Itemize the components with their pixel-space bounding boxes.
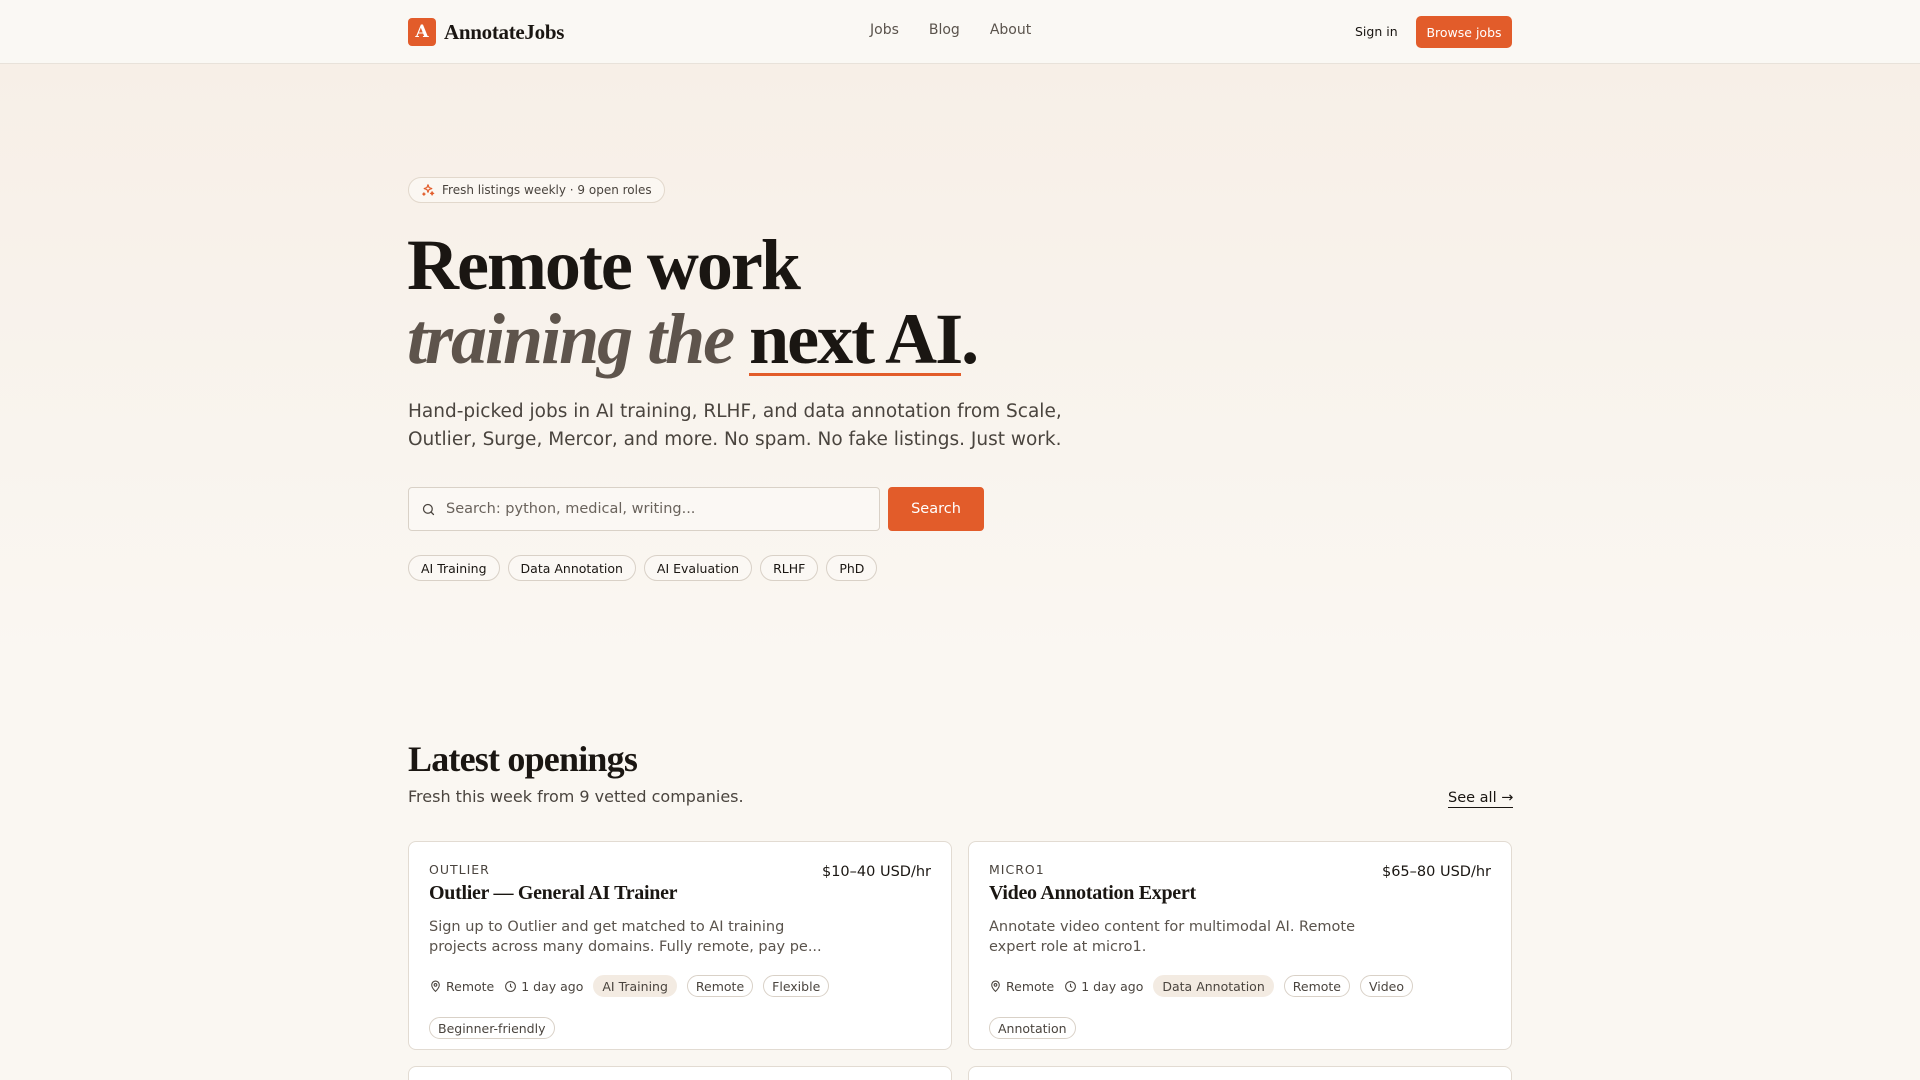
job-location-text: Remote: [446, 978, 495, 994]
job-location: Remote: [429, 975, 494, 997]
job-card[interactable]: [408, 1066, 952, 1080]
job-posted-text: 1 day ago: [521, 978, 584, 994]
chip-data-annotation[interactable]: Data Annotation: [507, 555, 636, 581]
job-title[interactable]: Video Annotation Expert: [989, 882, 1196, 905]
job-description: Annotate video content for multimodal AI…: [989, 919, 1355, 955]
brand-logo[interactable]: A AnnotateJobs: [408, 18, 564, 46]
headline-underlined: next AI: [749, 299, 963, 379]
job-posted-text: 1 day ago: [1081, 978, 1144, 994]
job-card[interactable]: [968, 1066, 1512, 1080]
job-location: Remote: [989, 975, 1054, 997]
map-pin-icon: [431, 980, 440, 992]
see-all-link[interactable]: See all →: [1448, 790, 1514, 808]
headline-italic: training the: [407, 299, 735, 379]
job-tag: Beginner-friendly: [429, 1017, 555, 1039]
map-pin-icon: [991, 980, 1000, 992]
headline-line-1: Remote work: [407, 225, 801, 305]
job-card[interactable]: OUTLIER Outlier — General AI Trainer $10…: [408, 841, 952, 1050]
job-card[interactable]: MICRO1 Video Annotation Expert $65–80 US…: [968, 841, 1512, 1050]
job-posted: 1 day ago: [504, 975, 583, 997]
job-category-tag: AI Training: [593, 975, 677, 997]
chip-ai-training[interactable]: AI Training: [408, 555, 500, 581]
brand-name: AnnotateJobs: [444, 19, 565, 44]
job-location-text: Remote: [1006, 978, 1055, 994]
job-tag: Flexible: [763, 975, 830, 997]
latest-openings-title: Latest openings: [408, 739, 638, 779]
clock-icon: [1065, 980, 1077, 992]
nav-link-jobs[interactable]: Jobs: [870, 22, 899, 38]
job-description: Sign up to Outlier and get matched to AI…: [429, 919, 822, 955]
fresh-listings-pill: Fresh listings weekly · 9 open roles: [408, 177, 665, 203]
job-pay: $65–80 USD/hr: [1381, 864, 1491, 880]
headline-period: .: [961, 299, 979, 379]
search-button[interactable]: Search: [888, 487, 984, 531]
job-title[interactable]: Outlier — General AI Trainer: [429, 882, 678, 905]
main-nav: Jobs Blog About: [870, 22, 1031, 38]
job-company: OUTLIER: [429, 862, 490, 877]
hero-headline: Remote work training the next AI.: [407, 225, 979, 379]
job-tag: Annotation: [989, 1017, 1076, 1039]
job-tag: Video: [1359, 975, 1414, 997]
browse-jobs-button[interactable]: Browse jobs: [1416, 16, 1512, 48]
search-field[interactable]: [408, 487, 880, 531]
headline-line-2: training the next AI.: [407, 299, 979, 379]
latest-openings-subtitle: Fresh this week from 9 vetted companies.: [408, 787, 744, 806]
sparkles-icon: [422, 184, 435, 196]
search-input[interactable]: [446, 501, 866, 517]
job-pay: $10–40 USD/hr: [821, 864, 931, 880]
job-meta: Remote 1 day ago Data Annotation Remote …: [989, 975, 1489, 1039]
job-meta: Remote 1 day ago AI Training Remote Flex…: [429, 975, 929, 1039]
clock-icon: [505, 980, 517, 992]
chip-ai-evaluation[interactable]: AI Evaluation: [643, 555, 753, 581]
job-tag: Remote: [1283, 975, 1350, 997]
job-tag: Remote: [686, 975, 754, 997]
pill-text: Fresh listings weekly · 9 open roles: [442, 183, 652, 197]
logo-mark: A: [408, 18, 436, 46]
nav-link-about[interactable]: About: [990, 22, 1031, 38]
sign-in-link[interactable]: Sign in: [1355, 24, 1398, 39]
chip-rlhf[interactable]: RLHF: [760, 555, 819, 581]
job-posted: 1 day ago: [1064, 975, 1143, 997]
category-chips: AI Training Data Annotation AI Evaluatio…: [408, 555, 878, 581]
nav-link-blog[interactable]: Blog: [929, 22, 960, 38]
hero-subtitle: Hand-picked jobs in AI training, RLHF, a…: [408, 401, 1062, 450]
search-icon: [422, 503, 435, 515]
top-navbar: A AnnotateJobs Jobs Blog About Sign in B…: [0, 0, 1920, 64]
chip-phd[interactable]: PhD: [826, 555, 878, 581]
job-category-tag: Data Annotation: [1153, 975, 1274, 997]
job-company: MICRO1: [989, 862, 1045, 877]
